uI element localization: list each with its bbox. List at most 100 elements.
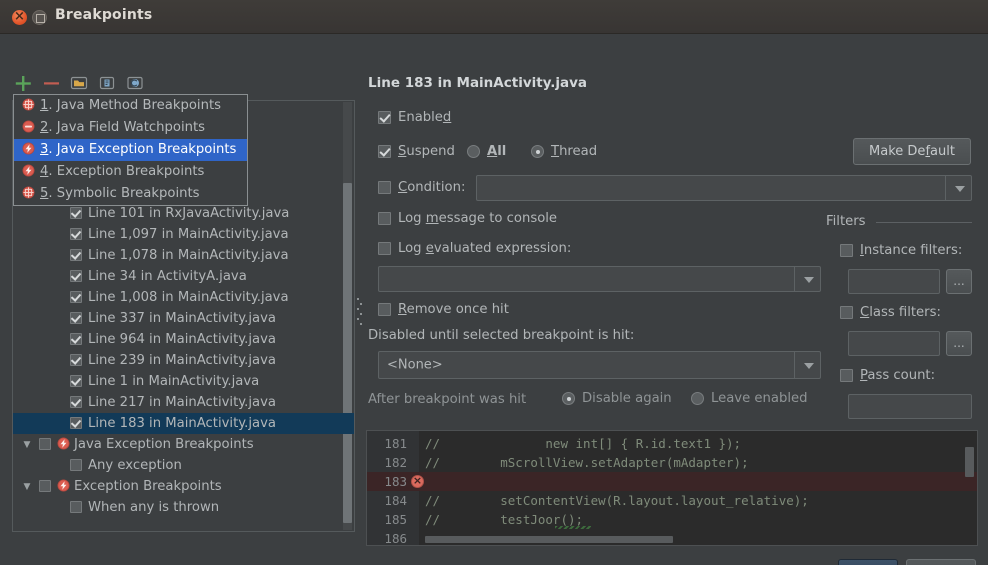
tree-row-checkbox[interactable] xyxy=(70,207,82,219)
tree-row[interactable]: ▼ Java Exception Breakpoints xyxy=(13,434,354,456)
tree-row-label: Line 1,008 in MainActivity.java xyxy=(88,290,289,305)
tree-row-checkbox[interactable] xyxy=(70,228,82,240)
log-expression-combobox[interactable] xyxy=(378,266,821,292)
class-filters-checkbox[interactable] xyxy=(840,306,853,319)
tree-row-checkbox[interactable] xyxy=(39,438,51,450)
suspend-all-radio[interactable] xyxy=(467,145,480,158)
menu-item-1[interactable]: 1. Java Method Breakpoints xyxy=(14,95,247,117)
tree-rows: Line 101 in RxJavaActivity.java Line 1,09… xyxy=(13,203,354,518)
tree-row-label: Line 1,078 in MainActivity.java xyxy=(88,248,289,263)
menu-item-2[interactable]: 2. Java Field Watchpoints xyxy=(14,117,247,139)
tree-row-checkbox[interactable] xyxy=(70,333,82,345)
condition-label: Condition: xyxy=(398,180,466,195)
tree-row-label: Line 1,097 in MainActivity.java xyxy=(88,227,289,242)
tree-row-label: Line 964 in MainActivity.java xyxy=(88,332,276,347)
menu-item-label: 5. Symbolic Breakpoints xyxy=(40,186,200,201)
tree-row-checkbox[interactable] xyxy=(70,396,82,408)
disabled-until-combobox[interactable]: <None> xyxy=(378,351,821,379)
add-breakpoint-menu[interactable]: 1. Java Method Breakpoints 2. Java Field … xyxy=(13,94,248,206)
tree-row[interactable]: Line 183 in MainActivity.java xyxy=(13,413,354,434)
suspend-checkbox[interactable] xyxy=(378,145,391,158)
condition-combobox[interactable] xyxy=(476,175,972,201)
make-default-button[interactable]: Make Default xyxy=(853,138,971,165)
tree-row[interactable]: Line 337 in MainActivity.java xyxy=(13,308,354,329)
group-by-file-button[interactable] xyxy=(96,72,118,94)
pass-count-input[interactable] xyxy=(848,394,972,419)
tree-row-label: Java Exception Breakpoints xyxy=(74,437,254,452)
tree-row[interactable]: Line 239 in MainActivity.java xyxy=(13,350,354,371)
tree-row[interactable]: Line 1,078 in MainActivity.java xyxy=(13,245,354,266)
group-by-folder-button[interactable] xyxy=(68,72,90,94)
tree-row-label: Any exception xyxy=(88,458,182,473)
filters-divider xyxy=(876,222,972,223)
tree-row-checkbox[interactable] xyxy=(70,249,82,261)
tree-expand-icon[interactable]: ▼ xyxy=(21,477,33,498)
chevron-down-icon[interactable] xyxy=(945,176,971,200)
tree-row-checkbox[interactable] xyxy=(39,480,51,492)
tree-row[interactable]: When any is thrown xyxy=(13,497,354,518)
tree-row[interactable]: Line 964 in MainActivity.java xyxy=(13,329,354,350)
tree-row[interactable]: Line 101 in RxJavaActivity.java xyxy=(13,203,354,224)
splitter-grip-icon xyxy=(357,298,362,328)
tree-row-checkbox[interactable] xyxy=(70,501,82,513)
tree-row[interactable]: Any exception xyxy=(13,455,354,476)
tree-row-checkbox[interactable] xyxy=(70,270,82,282)
condition-checkbox[interactable] xyxy=(378,181,391,194)
tree-row[interactable]: Line 217 in MainActivity.java xyxy=(13,392,354,413)
instance-filters-checkbox[interactable] xyxy=(840,244,853,257)
done-button[interactable]: Done xyxy=(838,559,898,565)
remove-breakpoint-button[interactable] xyxy=(40,72,62,94)
tree-row[interactable]: ▼ Exception Breakpoints xyxy=(13,476,354,498)
chevron-down-icon[interactable] xyxy=(794,267,820,291)
tree-row[interactable]: Line 1,097 in MainActivity.java xyxy=(13,224,354,245)
window-title: Breakpoints xyxy=(55,7,153,23)
tree-row-checkbox[interactable] xyxy=(70,375,82,387)
tree-row-checkbox[interactable] xyxy=(70,312,82,324)
tree-row[interactable]: Line 34 in ActivityA.java xyxy=(13,266,354,287)
line-number: 185 xyxy=(384,512,407,527)
code-horizontal-scrollbar[interactable] xyxy=(425,536,673,543)
panel-splitter[interactable] xyxy=(355,100,365,532)
menu-item-5[interactable]: 5. Symbolic Breakpoints xyxy=(14,183,247,205)
line-number: 184 xyxy=(384,493,407,508)
exception-breakpoint-icon xyxy=(57,478,70,492)
pass-count-checkbox[interactable] xyxy=(840,369,853,382)
instance-filters-browse-button[interactable]: ... xyxy=(946,269,972,294)
tree-row-label: Line 34 in ActivityA.java xyxy=(88,269,247,284)
class-filters-input[interactable] xyxy=(848,331,940,356)
tree-row-checkbox[interactable] xyxy=(70,459,82,471)
tree-row-checkbox[interactable] xyxy=(70,417,82,429)
menu-item-4[interactable]: 4. Exception Breakpoints xyxy=(14,161,247,183)
tree-row-checkbox[interactable] xyxy=(70,354,82,366)
class-filters-browse-button[interactable]: ... xyxy=(946,331,972,356)
after-hit-leave-radio[interactable] xyxy=(691,392,704,405)
log-expression-checkbox[interactable] xyxy=(378,242,391,255)
maximize-icon[interactable] xyxy=(32,10,47,25)
group-by-class-button[interactable] xyxy=(124,72,146,94)
remove-once-hit-checkbox[interactable] xyxy=(378,303,391,316)
code-text: // mScrollView.setAdapter(mAdapter); xyxy=(425,455,749,470)
code-preview[interactable]: 181 // new int[] { R.id.text1 }); 182 // mS… xyxy=(366,430,978,546)
chevron-down-icon[interactable] xyxy=(794,352,820,378)
line-number: 182 xyxy=(384,455,407,470)
tree-expand-icon[interactable]: ▼ xyxy=(21,435,33,456)
close-icon[interactable] xyxy=(12,7,27,27)
menu-item-label: 2. Java Field Watchpoints xyxy=(40,120,206,135)
line-number: 186 xyxy=(384,531,407,546)
after-hit-disable-radio[interactable] xyxy=(562,392,575,405)
help-button[interactable]: Help xyxy=(906,559,976,565)
log-message-checkbox[interactable] xyxy=(378,212,391,225)
tree-row-label: Line 1 in MainActivity.java xyxy=(88,374,260,389)
instance-filters-input[interactable] xyxy=(848,269,940,294)
tree-row-checkbox[interactable] xyxy=(70,291,82,303)
code-line: 182 // mScrollView.setAdapter(mAdapter); xyxy=(367,453,977,472)
code-vertical-scrollbar[interactable] xyxy=(965,447,974,477)
tree-row[interactable]: Line 1,008 in MainActivity.java xyxy=(13,287,354,308)
breakpoint-marker-icon[interactable] xyxy=(411,473,424,489)
breakpoints-dialog: Breakpoints xyxy=(0,0,988,565)
tree-row[interactable]: Line 1 in MainActivity.java xyxy=(13,371,354,392)
menu-item-3[interactable]: 3. Java Exception Breakpoints xyxy=(14,139,247,161)
enabled-checkbox[interactable] xyxy=(378,111,391,124)
add-breakpoint-button[interactable] xyxy=(12,72,34,94)
suspend-thread-radio[interactable] xyxy=(531,145,544,158)
